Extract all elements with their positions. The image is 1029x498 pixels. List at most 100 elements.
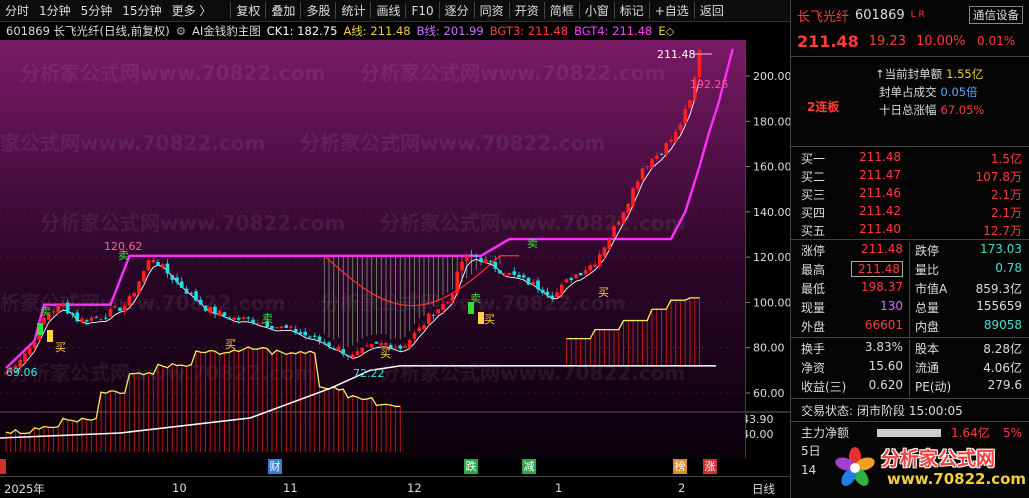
stat-label: 市值A — [915, 282, 948, 296]
open-funds-button[interactable]: 开资 — [508, 2, 544, 19]
candle-body — [398, 345, 403, 349]
price-tick-label: 180.00 — [753, 115, 790, 128]
draw-line-button[interactable]: 画线 — [370, 2, 405, 19]
candle-body — [474, 255, 479, 257]
candle-body — [469, 254, 474, 256]
more-indicator[interactable]: E◇ — [658, 24, 674, 38]
indicator-name[interactable]: AI金钱豹主图 — [192, 23, 261, 39]
tab-1min[interactable]: 1分钟 — [34, 2, 76, 19]
tick-button[interactable]: 逐分 — [438, 2, 474, 19]
event-marker[interactable]: 跌 — [464, 459, 478, 474]
stats-row: 现量 130 总量 155659 — [791, 299, 1029, 318]
price-tick-label: 140.00 — [753, 206, 790, 219]
tab-5min[interactable]: 5分钟 — [76, 2, 118, 19]
stat-value: 130 — [880, 299, 903, 313]
stat-value: 15.60 — [868, 359, 903, 373]
overlay-button[interactable]: 叠加 — [265, 2, 300, 19]
stock-name[interactable]: 长飞光纤 — [797, 6, 849, 25]
buy-signal: 买 — [380, 347, 391, 360]
indicator-bar: 601869 长飞光纤(日线,前复权) ⚙ AI金钱豹主图 CK1: 182.7… — [0, 22, 745, 40]
candle-body — [208, 306, 213, 313]
candle-body — [279, 326, 284, 329]
buy-signal: 买 — [598, 286, 609, 299]
candle-body — [236, 317, 241, 320]
industry-tag[interactable]: 通信设备 — [969, 6, 1023, 24]
candle-body — [441, 304, 445, 311]
candle-body — [455, 271, 460, 294]
tab-intraday[interactable]: 分时 — [0, 2, 34, 19]
event-marker[interactable]: 榜 — [673, 459, 687, 474]
high-price-label: 211.48 — [657, 48, 696, 61]
stats-divider — [909, 242, 910, 337]
f10-button[interactable]: F10 — [405, 3, 438, 18]
watermark-text: 分析家公式网www.70822.com — [300, 131, 605, 155]
orderbook-row[interactable]: 买三 211.46 2.1万 — [791, 186, 1029, 202]
bid-volume: 107.8万 — [975, 170, 1022, 184]
orderbook-row[interactable]: 买一 211.48 1.5亿 — [791, 150, 1029, 166]
signal-block — [468, 302, 474, 314]
candle-body — [417, 327, 422, 331]
chart-symbol[interactable]: 601869 长飞光纤(日线,前复权) — [6, 23, 170, 39]
stat-label: 现量 — [801, 301, 826, 315]
stat-value: 0.620 — [868, 378, 903, 392]
period-selector[interactable]: 日线 — [752, 481, 775, 497]
stat-label: 最低 — [801, 282, 826, 296]
mini-window-button[interactable]: 小窗 — [578, 2, 614, 19]
event-marker[interactable]: 财 — [268, 459, 282, 474]
mark-button[interactable]: 标记 — [613, 2, 649, 19]
period-5d[interactable]: 5日 — [801, 442, 821, 459]
candle-body — [688, 100, 692, 108]
candle-body — [654, 155, 659, 159]
candle-body — [678, 124, 683, 131]
candle-body — [626, 203, 631, 213]
same-funds-button[interactable]: 同资 — [473, 2, 509, 19]
candle-body — [521, 275, 526, 278]
bid-price: 211.40 — [859, 222, 901, 236]
signal-block — [47, 330, 53, 342]
period-tabs: 分时 1分钟 5分钟 15分钟 更多 〉 — [0, 2, 216, 19]
orderbook-row[interactable]: 买五 211.40 12.7万 — [791, 222, 1029, 238]
candle-body — [545, 291, 550, 296]
stats-row: 收益(三) 0.620 PE(动) 279.6 — [791, 378, 1029, 397]
candle-body — [431, 314, 436, 316]
sell-signal: 卖 — [118, 249, 129, 262]
simple-frame-button[interactable]: 简框 — [543, 2, 579, 19]
divider — [791, 239, 1029, 240]
candle-body — [151, 259, 156, 263]
buy-signal: 买 — [484, 313, 495, 326]
stat-label: 涨停 — [801, 244, 826, 258]
main-net-bar — [877, 429, 941, 437]
stats-button[interactable]: 统计 — [335, 2, 370, 19]
multi-stock-button[interactable]: 多股 — [300, 2, 335, 19]
event-marker[interactable]: 减 — [522, 459, 536, 474]
orderbook-row[interactable]: 买二 211.47 107.8万 — [791, 168, 1029, 184]
time-label-nov: 11 — [283, 481, 298, 495]
stat-value: 4.06亿 — [983, 361, 1022, 375]
stat-value: 8.28亿 — [983, 342, 1022, 356]
candle-body — [322, 342, 327, 344]
kline-chart[interactable]: 分析家公式网www.70822.com 分析家公式网www.70822.com 分析… — [0, 40, 745, 458]
buy-signal: 买 — [55, 341, 66, 354]
bid-volume: 2.1万 — [990, 188, 1022, 202]
candle-body — [659, 153, 664, 155]
orderbook-row[interactable]: 买四 211.42 2.1万 — [791, 204, 1029, 220]
event-marker[interactable]: 涨 — [703, 459, 717, 474]
candle-body — [488, 260, 493, 262]
time-axis: 2025年 10 11 12 1 2 日线 — [0, 476, 790, 498]
fuquan-button[interactable]: 复权 — [230, 2, 265, 19]
stat-value: 173.03 — [980, 242, 1022, 256]
bgt3-value: BGT3: 211.48 — [489, 24, 569, 38]
add-watchlist-button[interactable]: +自选 — [648, 2, 694, 19]
ref-price-label: 192.25 — [690, 78, 729, 91]
candle-body — [531, 281, 536, 285]
back-button[interactable]: 返回 — [693, 2, 729, 19]
candle-body — [32, 341, 37, 349]
tab-more[interactable]: 更多 〉 — [167, 2, 217, 19]
candle-body — [597, 254, 602, 267]
buy-signal: 买 — [225, 338, 236, 351]
divider — [791, 398, 1029, 399]
settings-icon[interactable]: ⚙ — [176, 24, 186, 38]
stat-value: 0.78 — [995, 261, 1022, 275]
stat-value: 198.37 — [861, 280, 903, 294]
tab-15min[interactable]: 15分钟 — [117, 2, 166, 19]
